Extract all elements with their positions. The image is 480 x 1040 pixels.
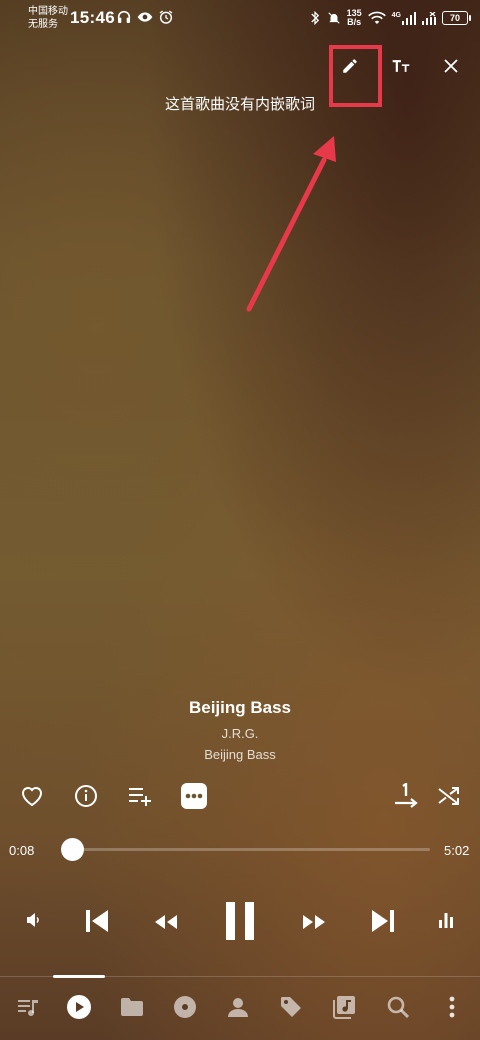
battery-indicator: 70 — [442, 11, 471, 25]
rewind-button[interactable] — [150, 906, 182, 938]
play-circle-icon — [67, 995, 91, 1019]
more-icon — [181, 783, 207, 809]
carrier-info: 中国移动 无服务 — [28, 5, 68, 31]
nav-queue[interactable] — [13, 992, 43, 1022]
signal-icon — [402, 11, 416, 25]
speed-unit: B/s — [347, 17, 362, 27]
signal-4g: 4G — [391, 11, 416, 25]
no-signal-icon — [422, 11, 436, 25]
repeat-button[interactable] — [390, 780, 422, 812]
current-time: 0:08 — [9, 843, 35, 858]
seek-bar[interactable] — [60, 838, 430, 861]
favorite-button[interactable] — [16, 780, 48, 812]
no-lyrics-message: 这首歌曲没有内嵌歌词 — [0, 93, 480, 114]
track-title: Beijing Bass — [188, 698, 292, 717]
status-icons-left — [116, 9, 174, 25]
text-size-button[interactable] — [387, 52, 415, 80]
pause-icon — [226, 902, 254, 940]
rewind-icon — [155, 915, 177, 929]
album-icon — [174, 996, 196, 1018]
pause-button[interactable] — [218, 898, 262, 944]
nav-folders[interactable] — [117, 992, 147, 1022]
alarm-icon — [159, 10, 173, 24]
shuffle-icon — [438, 787, 459, 805]
nav-search[interactable] — [383, 992, 413, 1022]
headphones-icon — [117, 10, 131, 23]
nav-active-indicator — [53, 975, 105, 978]
track-album[interactable]: Beijing Bass — [0, 747, 480, 762]
network-speed: 135 B/s — [347, 9, 362, 27]
playlist-add-icon — [129, 788, 151, 806]
previous-button[interactable] — [78, 902, 116, 940]
repeat-one-icon — [395, 783, 418, 808]
more-vert-icon — [449, 996, 455, 1018]
wifi-icon — [367, 11, 386, 24]
skip-next-icon — [372, 910, 394, 932]
queue-music-icon — [18, 1000, 38, 1016]
network-type: 4G — [391, 11, 401, 19]
more-button[interactable] — [178, 780, 210, 812]
seek-thumb[interactable] — [60, 838, 84, 861]
total-time: 5:02 — [444, 843, 470, 858]
heart-icon — [21, 787, 43, 807]
info-button[interactable] — [70, 780, 102, 812]
status-time: 15:46 — [70, 8, 115, 27]
carrier-status: 无服务 — [28, 19, 58, 30]
nav-playlists[interactable] — [329, 992, 359, 1022]
status-icons-right: 135 B/s 4G 70 — [309, 9, 471, 27]
nav-now-playing[interactable] — [64, 992, 94, 1022]
person-icon — [228, 998, 248, 1017]
search-icon — [387, 996, 409, 1018]
folder-icon — [121, 998, 143, 1016]
eye-icon — [137, 12, 153, 22]
annotation-arrow — [246, 136, 336, 312]
equalizer-button[interactable] — [432, 906, 460, 934]
track-artist[interactable]: J.R.G. — [0, 726, 480, 741]
nav-albums[interactable] — [170, 992, 200, 1022]
shuffle-button[interactable] — [433, 780, 465, 812]
fast-forward-icon — [303, 915, 325, 929]
library-music-icon — [333, 996, 355, 1019]
info-icon — [75, 785, 97, 807]
equalizer-icon — [439, 913, 453, 928]
text-size-icon — [392, 60, 410, 72]
nav-more[interactable] — [437, 992, 467, 1022]
skip-previous-icon — [86, 910, 108, 932]
carrier-name: 中国移动 — [28, 6, 68, 17]
close-button[interactable] — [437, 52, 465, 80]
close-icon — [444, 59, 458, 73]
status-bar: 中国移动 无服务 15:46 135 B/s 4G 70 — [0, 0, 480, 36]
volume-icon — [27, 913, 39, 927]
tag-icon — [281, 997, 301, 1017]
add-to-queue-button[interactable] — [124, 780, 156, 812]
fast-forward-button[interactable] — [298, 906, 330, 938]
bluetooth-icon — [310, 10, 319, 26]
nav-artists[interactable] — [223, 992, 253, 1022]
nav-genres[interactable] — [276, 992, 306, 1022]
volume-button[interactable] — [20, 906, 48, 934]
next-button[interactable] — [364, 902, 402, 940]
mute-icon — [327, 12, 340, 24]
no-lyrics-text: 这首歌曲没有内嵌歌词 — [164, 95, 315, 113]
